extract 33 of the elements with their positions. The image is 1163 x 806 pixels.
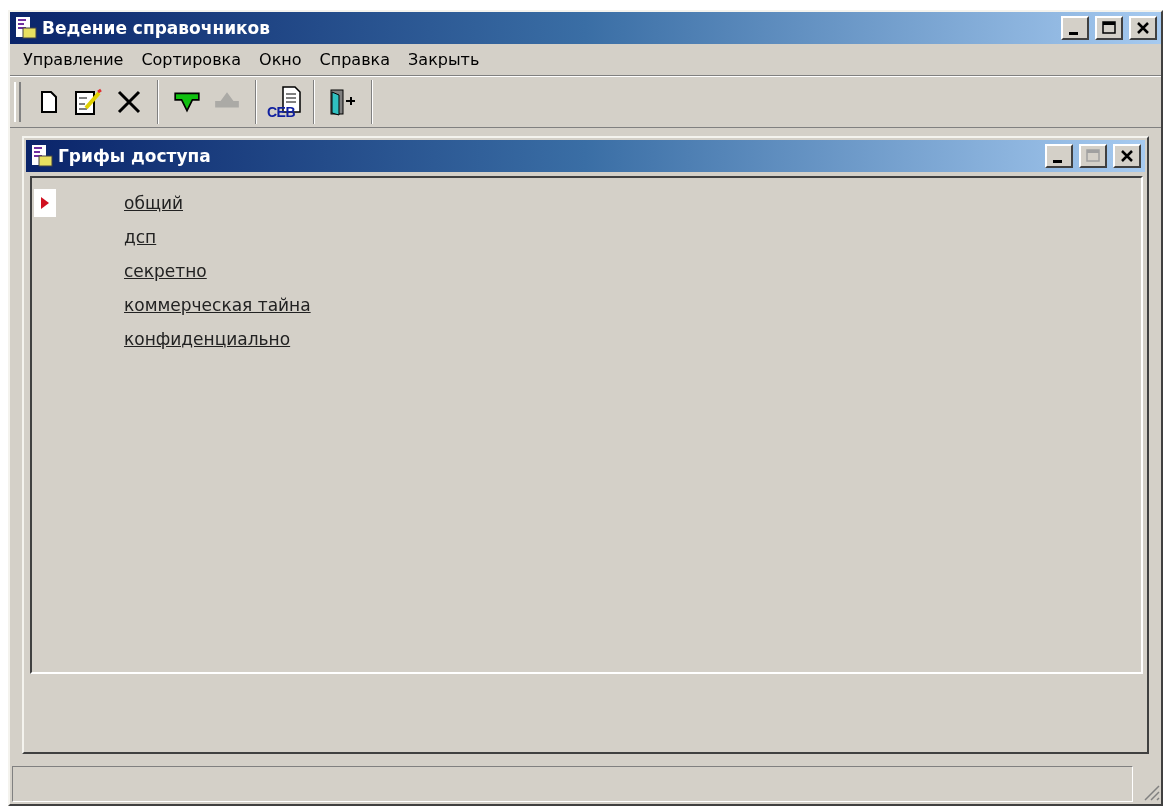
list-item[interactable]: секретно xyxy=(124,261,207,281)
list-item[interactable]: общий xyxy=(124,193,183,213)
close-icon xyxy=(1120,149,1134,163)
close-button[interactable] xyxy=(1129,16,1157,40)
x-icon xyxy=(116,89,142,115)
toolbar-grip[interactable] xyxy=(14,82,21,122)
triangle-icon xyxy=(40,196,50,210)
minimize-icon xyxy=(1068,31,1078,35)
menu-item[interactable]: Управление xyxy=(16,48,131,71)
document-icon xyxy=(39,90,59,114)
app-icon xyxy=(30,144,54,168)
list-item[interactable]: конфиденциально xyxy=(124,329,291,349)
close-button[interactable] xyxy=(1113,144,1141,168)
maximize-icon xyxy=(1101,20,1117,36)
menu-item[interactable]: Окно xyxy=(252,48,309,71)
minimize-button[interactable] xyxy=(1061,16,1089,40)
child-window-title: Грифы доступа xyxy=(58,146,212,166)
close-icon xyxy=(1136,21,1150,35)
list-item[interactable]: дсп xyxy=(124,227,157,247)
menu-item[interactable]: Сортировка xyxy=(134,48,249,71)
menu-item[interactable]: Справка xyxy=(312,48,398,71)
window-title: Ведение справочников xyxy=(42,18,272,38)
report-label: CEB xyxy=(267,105,296,119)
list-item[interactable]: коммерческая тайна xyxy=(124,295,311,315)
minimize-button[interactable] xyxy=(1045,144,1073,168)
maximize-icon xyxy=(1085,148,1101,164)
document-pencil-icon xyxy=(74,88,104,116)
menu-item[interactable]: Закрыть xyxy=(401,48,487,71)
report-button[interactable]: CEB xyxy=(265,82,305,122)
minimize-icon xyxy=(1052,159,1062,163)
app-icon xyxy=(14,16,38,40)
maximize-button[interactable] xyxy=(1095,16,1123,40)
door-icon xyxy=(328,87,358,117)
